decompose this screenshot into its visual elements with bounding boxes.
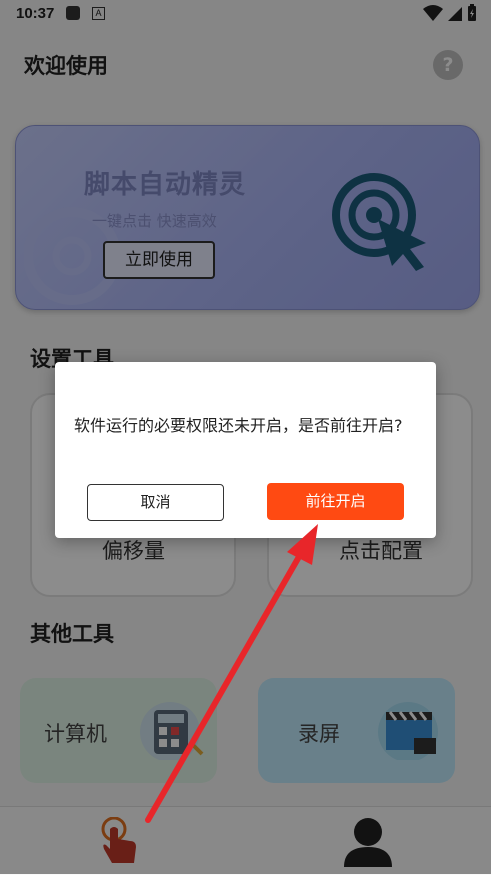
annotation-arrow <box>145 524 318 823</box>
